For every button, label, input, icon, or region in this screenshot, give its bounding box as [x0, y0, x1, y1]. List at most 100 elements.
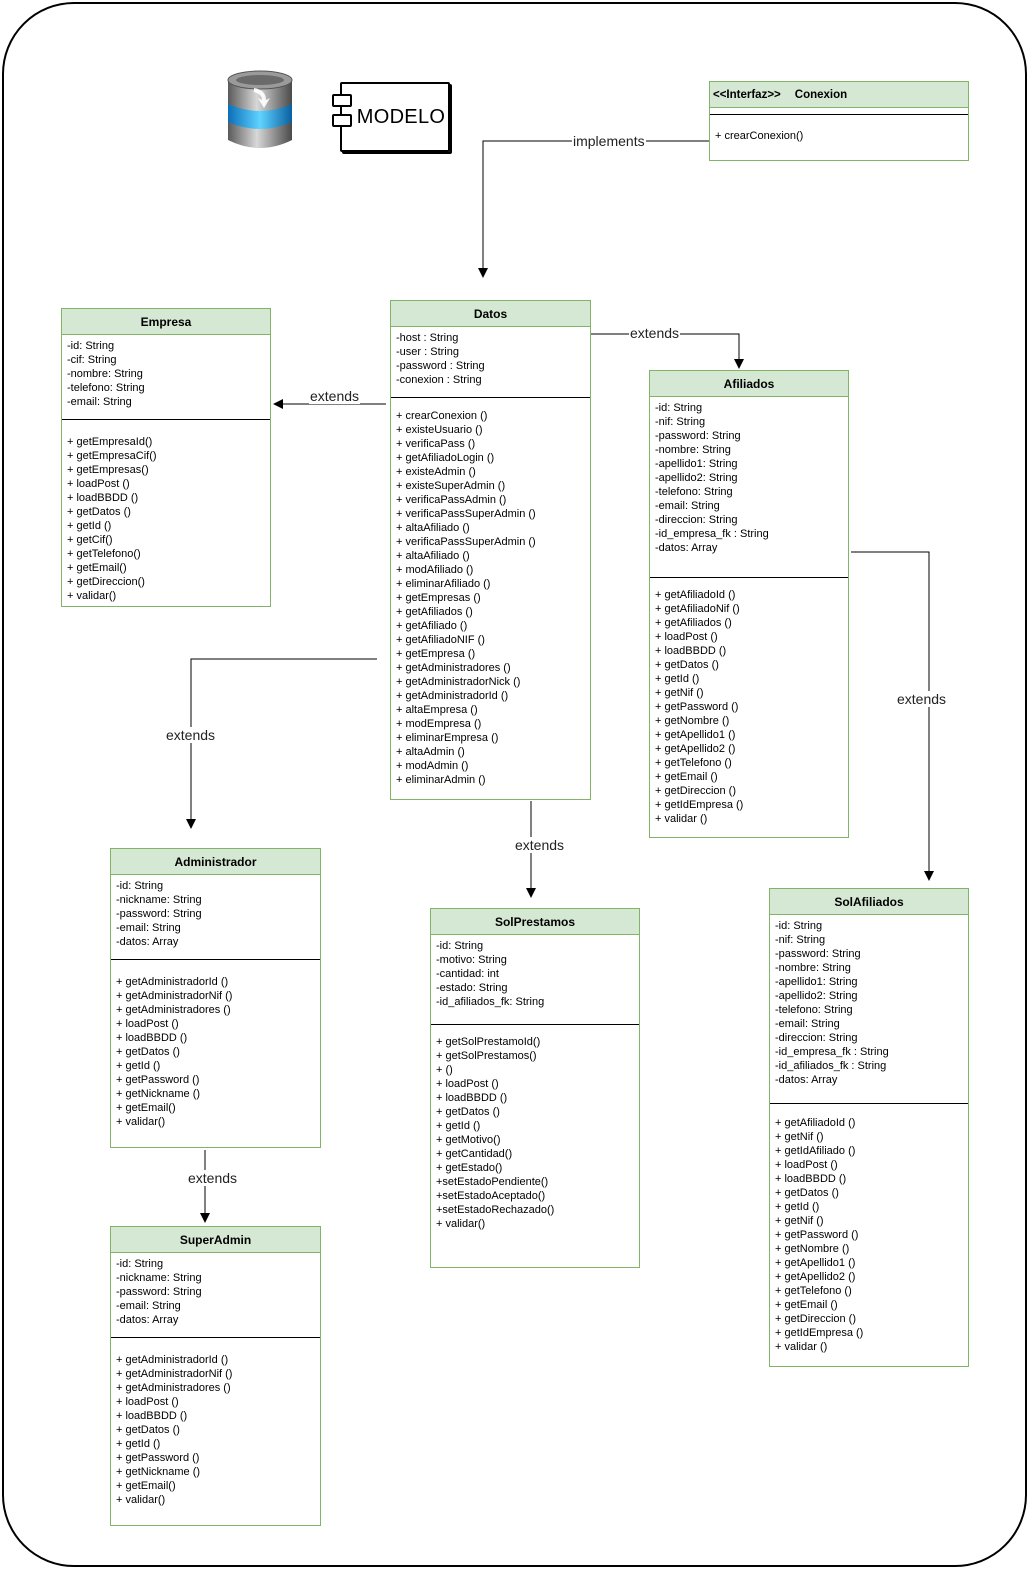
method-row: + existeSuperAdmin () — [396, 480, 506, 492]
attribute-row: -datos: Array — [116, 936, 179, 948]
method-row: + crearConexion() — [715, 130, 804, 142]
extends-edge-solafiliados — [851, 551, 934, 881]
method-row: + eliminarAfiliado () — [396, 578, 491, 590]
method-row: + loadPost () — [116, 1396, 179, 1408]
method-row: + crearConexion () — [396, 410, 488, 422]
method-row: + getAdministradorNick () — [396, 676, 521, 688]
method-row: + getAdministradores () — [116, 1382, 231, 1394]
method-row: + altaEmpresa () — [396, 704, 478, 716]
method-row: + verificaPassAdmin () — [396, 494, 507, 506]
method-row: + validar () — [655, 813, 708, 825]
attribute-row: -nif: String — [655, 416, 706, 428]
method-row: + getAfiliadoId () — [655, 589, 736, 601]
method-row: + getDireccion () — [655, 785, 737, 797]
method-row: + existeAdmin () — [396, 466, 476, 478]
attribute-row: -direccion: String — [655, 514, 738, 526]
attribute-row: -id: String — [116, 880, 164, 892]
method-row: + getAdministradorId () — [116, 976, 229, 988]
method-row: + getEmpresaCif() — [67, 450, 157, 462]
implements-edge — [478, 140, 709, 278]
attribute-row: -email: String — [116, 922, 181, 934]
implements-label: implements — [572, 133, 646, 149]
attribute-row: -estado: String — [436, 982, 508, 994]
attribute-row: -datos: Array — [655, 542, 718, 554]
class-administrador[interactable]: Administrador -id: String -nickname: Stri… — [110, 848, 321, 1148]
method-row: + getEmpresas () — [396, 592, 481, 604]
attribute-row: -nif: String — [775, 934, 826, 946]
method-row: + getAfiliadoId () — [775, 1117, 856, 1129]
methods-section: + getAfiliadoId () + getAfiliadoNif () + g… — [650, 577, 848, 830]
extends-label-afiliados: extends — [629, 325, 681, 341]
method-row: + loadPost () — [436, 1078, 499, 1090]
extends-label-empresa: extends — [309, 388, 361, 404]
class-conexion[interactable]: <<Interfaz>> Conexion + crearConexion() — [709, 81, 969, 161]
attribute-row: -motivo: String — [436, 954, 507, 966]
method-row: + getApellido2 () — [775, 1271, 856, 1283]
class-header: Datos — [391, 301, 590, 327]
method-row: + getId () — [436, 1120, 481, 1132]
method-row: + getNombre () — [655, 715, 730, 727]
class-header: Empresa — [62, 309, 270, 335]
method-row: + getNombre () — [775, 1243, 850, 1255]
methods-section: + getAdministradorId () + getAdministrado… — [111, 1337, 320, 1511]
method-row: + validar() — [116, 1116, 166, 1128]
method-row: + getAdministradorNif () — [116, 990, 233, 1002]
method-row: + loadBBDD () — [436, 1092, 508, 1104]
method-row: + getApellido1 () — [655, 729, 736, 741]
attribute-row: -id_empresa_fk : String — [775, 1046, 889, 1058]
class-header: Afiliados — [650, 371, 848, 397]
attribute-row: -datos: Array — [116, 1314, 179, 1326]
class-header: SolAfiliados — [770, 889, 968, 915]
class-solprestamos[interactable]: SolPrestamos -id: String -motivo: String -… — [430, 908, 640, 1268]
method-row: + validar() — [67, 590, 117, 602]
method-row: + getAfiliados () — [655, 617, 732, 629]
attribute-row: -conexion : String — [396, 374, 482, 386]
class-superadmin[interactable]: SuperAdmin -id: String -nickname: String -… — [110, 1226, 321, 1526]
method-row: + loadBBDD () — [775, 1173, 847, 1185]
attributes-section: -id: String -nickname: String -password: S… — [111, 875, 320, 959]
method-row: + getNickname () — [116, 1088, 201, 1100]
attribute-row: -password: String — [116, 1286, 202, 1298]
method-row: + getSolPrestamos() — [436, 1050, 537, 1062]
method-row: + getAdministradores () — [116, 1004, 231, 1016]
attribute-row: -id_empresa_fk : String — [655, 528, 769, 540]
method-row: + eliminarEmpresa () — [396, 732, 499, 744]
method-row: + modAfiliado () — [396, 564, 474, 576]
class-header: <<Interfaz>> Conexion — [710, 82, 968, 108]
method-row: + getEmail() — [116, 1102, 176, 1114]
method-row: + getCantidad() — [436, 1148, 513, 1160]
attribute-row: -cif: String — [67, 354, 117, 366]
extends-label-solprestamos: extends — [514, 837, 566, 853]
class-solafiliados[interactable]: SolAfiliados -id: String -nif: String -pas… — [769, 888, 969, 1367]
class-empresa[interactable]: Empresa -id: String -cif: String -nombre: … — [61, 308, 271, 607]
method-row: + loadPost () — [116, 1018, 179, 1030]
method-row: + getAdministradorId () — [396, 690, 509, 702]
method-row: + modEmpresa () — [396, 718, 482, 730]
method-row: + getDatos () — [67, 506, 131, 518]
method-row: + getDireccion () — [775, 1313, 857, 1325]
method-row: + getPassword () — [116, 1452, 200, 1464]
method-row: + getSolPrestamoId() — [436, 1036, 541, 1048]
method-row: + getNif () — [775, 1131, 824, 1143]
method-row: + altaAfiliado () — [396, 522, 470, 534]
class-header: Administrador — [111, 849, 320, 875]
method-row: + getIdEmpresa () — [655, 799, 744, 811]
method-row: + altaAfiliado () — [396, 550, 470, 562]
method-row: + getPassword () — [116, 1074, 200, 1086]
method-row: + validar() — [116, 1494, 166, 1506]
class-datos[interactable]: Datos -host : String -user : String -passw… — [390, 300, 591, 800]
attribute-row: -datos: Array — [775, 1074, 838, 1086]
method-row: + modAdmin () — [396, 760, 469, 772]
method-row: + loadPost () — [775, 1159, 838, 1171]
attribute-row: -telefono: String — [655, 486, 733, 498]
attribute-row: -id_afiliados_fk : String — [775, 1060, 887, 1072]
method-row: + loadBBDD () — [116, 1032, 188, 1044]
attribute-row: -apellido1: String — [775, 976, 858, 988]
method-row: + eliminarAdmin () — [396, 774, 486, 786]
class-afiliados[interactable]: Afiliados -id: String -nif: String -passwo… — [649, 370, 849, 838]
method-row: + getEmail() — [116, 1480, 176, 1492]
attribute-row: -apellido2: String — [775, 990, 858, 1002]
attribute-row: -telefono: String — [67, 382, 145, 394]
method-row: + verificaPassSuperAdmin () — [396, 508, 536, 520]
attribute-row: -nickname: String — [116, 1272, 202, 1284]
